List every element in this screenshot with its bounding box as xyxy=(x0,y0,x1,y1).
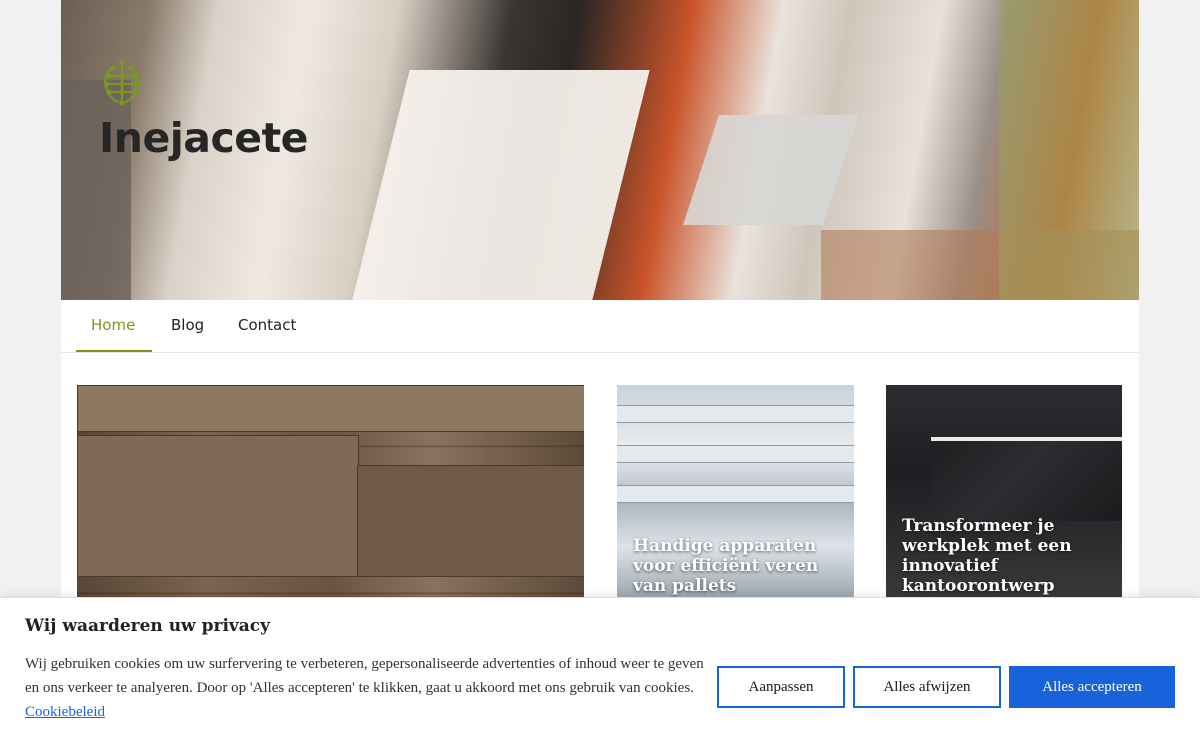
nav-item-contact[interactable]: Contact xyxy=(223,300,311,352)
cookie-consent-banner: Wij waarderen uw privacy Wij gebruiken c… xyxy=(0,597,1200,741)
cookie-banner-description: Wij gebruiken cookies om uw surfervering… xyxy=(25,656,704,696)
nav-item-home[interactable]: Home xyxy=(76,300,152,352)
header-hero-image: Inejacete xyxy=(61,0,1139,300)
post-card-title[interactable]: Handige apparaten voor efficiënt veren v… xyxy=(633,536,844,596)
cookie-policy-link[interactable]: Cookiebeleid xyxy=(25,704,105,720)
reject-all-button[interactable]: Alles afwijzen xyxy=(853,666,1001,708)
network-brain-icon xyxy=(104,60,140,106)
cookie-banner-text: Wij gebruiken cookies om uw surfervering… xyxy=(25,652,715,724)
accept-all-button[interactable]: Alles accepteren xyxy=(1009,666,1175,708)
post-card-title[interactable]: Transformeer je werkplek met een innovat… xyxy=(902,516,1112,596)
post-card[interactable]: Transformeer je werkplek met een innovat… xyxy=(886,385,1122,600)
site-title[interactable]: Inejacete xyxy=(99,112,309,164)
cookie-banner-title: Wij waarderen uw privacy xyxy=(25,616,271,636)
post-card-featured[interactable] xyxy=(77,385,584,600)
nav-item-blog[interactable]: Blog xyxy=(156,300,219,352)
post-card[interactable]: Handige apparaten voor efficiënt veren v… xyxy=(617,385,854,600)
main-navigation: Home Blog Contact xyxy=(61,300,1139,353)
site-logo[interactable] xyxy=(99,60,145,111)
customize-button[interactable]: Aanpassen xyxy=(717,666,845,708)
